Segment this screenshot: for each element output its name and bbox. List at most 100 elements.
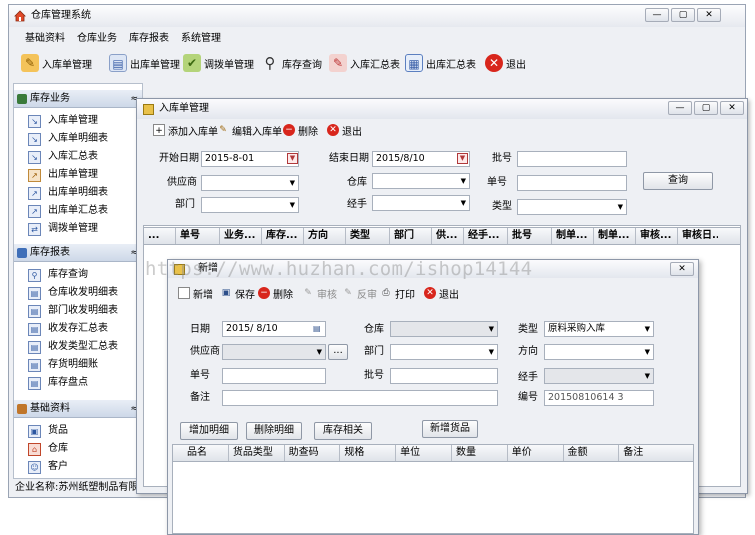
type-select[interactable]: 原料采购入库 ▼ xyxy=(544,321,654,337)
supplier-select[interactable]: ▼ xyxy=(222,344,326,360)
col-header[interactable]: 部门 xyxy=(390,228,432,244)
sidebar-item-warehouse-io-detail[interactable]: ▤ 仓库收发明细表 xyxy=(28,284,118,302)
col-header[interactable]: 审核日... xyxy=(678,228,718,244)
sidebar-item-outbound-summary[interactable]: ↗ 出库单汇总表 xyxy=(28,202,108,220)
date-dropdown-icon[interactable]: ▼ xyxy=(457,153,468,164)
col-header[interactable]: 供... xyxy=(432,228,464,244)
inbound-minimize-button[interactable]: — xyxy=(668,101,692,115)
approve-button[interactable]: ✎ 审核 xyxy=(302,284,337,302)
col-header[interactable]: 制单... xyxy=(552,228,594,244)
col-header[interactable]: 单号 xyxy=(176,228,220,244)
sidebar-item-io-type-summary[interactable]: ▤ 收发类型汇总表 xyxy=(28,338,118,356)
sidebar-item-goods[interactable]: ▣ 货品 xyxy=(28,422,68,440)
sidebar-section-inventory-business[interactable]: 库存业务 ≈ xyxy=(14,90,142,108)
date-input[interactable]: 2015/ 8/10 xyxy=(222,321,326,337)
warehouse-select[interactable]: ▼ xyxy=(372,173,470,189)
menu-basic-data[interactable]: 基础资料 xyxy=(25,31,65,47)
exit-button[interactable]: ✕ 退出 xyxy=(424,284,459,302)
unapprove-button[interactable]: ✎ 反审 xyxy=(342,284,377,302)
direction-select[interactable]: ▼ xyxy=(544,344,654,360)
col-header[interactable]: 品名 xyxy=(173,445,229,461)
end-date-input[interactable]: 2015/8/10 xyxy=(372,151,470,167)
toolbar-transfer-button[interactable]: ✔ 调拨单管理 xyxy=(183,52,254,74)
col-header[interactable]: 单位 xyxy=(396,445,452,461)
add-inbound-button[interactable]: + 添加入库单 xyxy=(153,121,218,139)
col-header[interactable]: 方向 xyxy=(304,228,346,244)
menu-inventory-reports[interactable]: 库存报表 xyxy=(129,31,169,47)
start-date-input[interactable]: 2015-8-01 xyxy=(201,151,299,167)
toolbar-outbound-button[interactable]: ▤ 出库单管理 xyxy=(109,52,180,74)
date-dropdown-icon[interactable]: ▼ xyxy=(287,153,298,164)
sidebar-item-outbound-mgmt[interactable]: ↗ 出库单管理 xyxy=(28,166,98,184)
sidebar-item-io-summary[interactable]: ▤ 收发存汇总表 xyxy=(28,320,108,338)
inbound-close-button[interactable]: ✕ xyxy=(720,101,744,115)
add-goods-button[interactable]: 新增货品 xyxy=(422,420,478,438)
supplier-select[interactable]: ▼ xyxy=(201,175,299,191)
sidebar-section-inventory-reports[interactable]: 库存报表 ≈ xyxy=(14,244,142,262)
number-input[interactable] xyxy=(222,368,326,384)
sidebar-item-transfer-mgmt[interactable]: ⇄ 调拨单管理 xyxy=(28,220,98,238)
exit-inbound-button[interactable]: ✕ 退出 xyxy=(327,121,362,139)
query-button[interactable]: 查询 xyxy=(643,172,713,190)
inbound-maximize-button[interactable]: ▢ xyxy=(694,101,718,115)
col-header[interactable]: 备注 xyxy=(619,445,693,461)
col-header[interactable]: 单价 xyxy=(508,445,564,461)
supplier-lookup-button[interactable]: ... xyxy=(328,344,348,360)
sidebar-section-basic-data[interactable]: 基础资料 ≈ xyxy=(14,400,142,418)
col-header[interactable]: 经手... xyxy=(464,228,508,244)
print-button[interactable]: ⎙ 打印 xyxy=(380,284,415,302)
code-input[interactable]: 20150810614 3 xyxy=(544,390,654,406)
warehouse-select[interactable]: ▼ xyxy=(390,321,498,337)
col-header[interactable]: 批号 xyxy=(508,228,552,244)
sidebar-item-inbound-detail[interactable]: ↘ 入库单明细表 xyxy=(28,130,108,148)
dept-select[interactable]: ▼ xyxy=(201,197,299,213)
stock-related-button[interactable]: 库存相关 xyxy=(314,422,372,440)
col-header[interactable]: 制单... xyxy=(594,228,636,244)
remark-input[interactable] xyxy=(222,390,498,406)
col-header[interactable]: 数量 xyxy=(452,445,508,461)
sidebar-item-stock-query[interactable]: ⚲ 库存查询 xyxy=(28,266,88,284)
toolbar-exit-button[interactable]: ✕ 退出 xyxy=(485,52,526,74)
sidebar-item-stock-count[interactable]: ▤ 库存盘点 xyxy=(28,374,88,392)
dept-select[interactable]: ▼ xyxy=(390,344,498,360)
col-header[interactable]: ... xyxy=(144,228,176,244)
batch-input[interactable] xyxy=(390,368,498,384)
delete-inbound-button[interactable]: − 删除 xyxy=(283,121,318,139)
maximize-button[interactable]: ▢ xyxy=(671,8,695,22)
col-header[interactable]: 业务... xyxy=(220,228,262,244)
calendar-dropdown-icon[interactable]: ▤ xyxy=(313,323,324,334)
minimize-button[interactable]: — xyxy=(645,8,669,22)
number-input[interactable] xyxy=(517,175,627,191)
handler-select[interactable]: ▼ xyxy=(544,368,654,384)
col-header[interactable]: 货品类型 xyxy=(229,445,285,461)
new-button[interactable]: 新增 xyxy=(178,284,213,302)
sidebar-item-inbound-summary[interactable]: ↘ 入库汇总表 xyxy=(28,148,98,166)
edit-inbound-button[interactable]: ✎ 编辑入库单 xyxy=(217,121,282,139)
sidebar-item-dept-io-detail[interactable]: ▤ 部门收发明细表 xyxy=(28,302,118,320)
sidebar-item-inbound-mgmt[interactable]: ↘ 入库单管理 xyxy=(28,112,98,130)
menu-system-admin[interactable]: 系统管理 xyxy=(181,31,221,47)
col-header[interactable]: 类型 xyxy=(346,228,390,244)
close-button[interactable]: ✕ xyxy=(697,8,721,22)
sidebar-item-customer[interactable]: ☺ 客户 xyxy=(28,458,68,476)
type-select[interactable]: ▼ xyxy=(517,199,627,215)
toolbar-outbound-summary-button[interactable]: ▦ 出库汇总表 xyxy=(405,52,476,74)
col-header[interactable]: 规格 xyxy=(340,445,397,461)
sidebar-item-warehouse[interactable]: ⌂ 仓库 xyxy=(28,440,68,458)
toolbar-stock-query-button[interactable]: ⚲ 库存查询 xyxy=(261,52,323,74)
sidebar-item-stock-ledger[interactable]: ▤ 存货明细账 xyxy=(28,356,98,374)
delete-button[interactable]: − 删除 xyxy=(258,284,293,302)
col-header[interactable]: 库存... xyxy=(262,228,304,244)
col-header[interactable]: 金额 xyxy=(564,445,620,461)
save-button[interactable]: ▣ 保存 xyxy=(220,284,255,302)
handler-select[interactable]: ▼ xyxy=(372,195,470,211)
add-detail-button[interactable]: 增加明细 xyxy=(180,422,238,440)
toolbar-inbound-summary-button[interactable]: ✎ 入库汇总表 xyxy=(329,52,400,74)
col-header[interactable]: 助查码 xyxy=(285,445,341,461)
toolbar-inbound-button[interactable]: ✎ 入库单管理 xyxy=(21,52,92,74)
doc-no-input[interactable] xyxy=(517,151,627,167)
sidebar-item-outbound-detail[interactable]: ↗ 出库单明细表 xyxy=(28,184,108,202)
delete-detail-button[interactable]: 删除明细 xyxy=(246,422,302,440)
col-header[interactable]: 审核... xyxy=(636,228,678,244)
menu-warehouse-business[interactable]: 仓库业务 xyxy=(77,31,117,47)
